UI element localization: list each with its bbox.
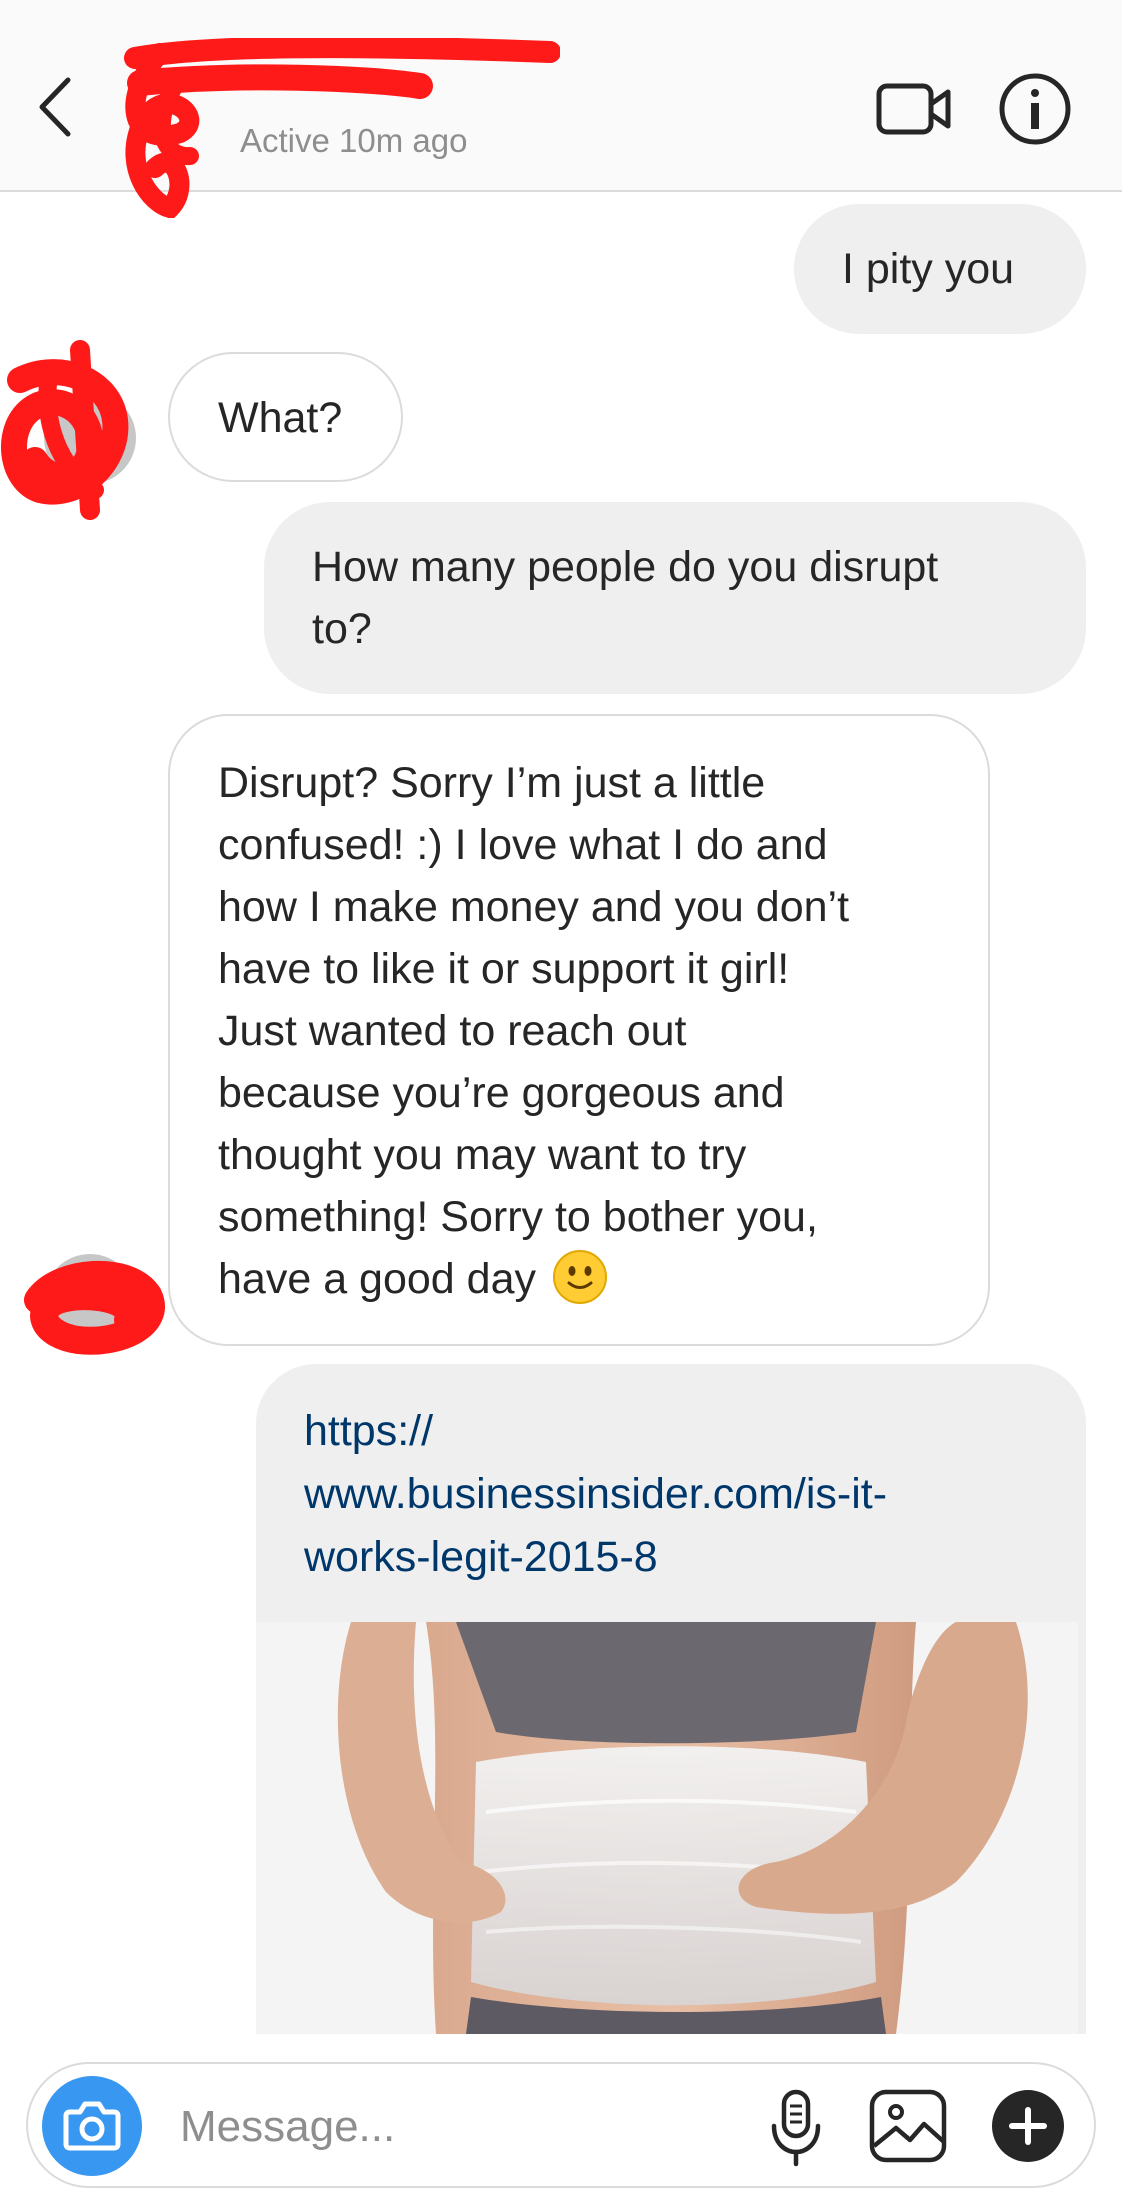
message-bubble-sent[interactable]: I pity you	[794, 204, 1086, 334]
message-text: What?	[218, 394, 343, 442]
avatar[interactable]	[44, 392, 136, 484]
camera-icon	[63, 2101, 121, 2151]
gallery-icon	[869, 2089, 947, 2163]
info-icon	[999, 73, 1071, 145]
microphone-icon	[771, 2089, 821, 2167]
slightly-smiling-face-icon	[552, 1250, 607, 1304]
info-button[interactable]	[998, 72, 1072, 146]
plus-icon	[992, 2090, 1064, 2162]
message-text: How many people do you disrupt to?	[312, 543, 939, 653]
voice-message-button[interactable]	[764, 2088, 828, 2168]
message-bubble-sent[interactable]: How many people do you disrupt to?	[264, 502, 1086, 694]
back-button[interactable]	[30, 72, 80, 142]
video-camera-icon	[876, 83, 951, 135]
chat-header: Active 10m ago	[0, 0, 1122, 218]
avatar[interactable]	[44, 1254, 136, 1346]
message-bubble-received[interactable]: What?	[168, 352, 403, 482]
link-preview-image	[256, 1622, 1078, 2034]
chevron-left-icon	[39, 77, 71, 137]
active-status: Active 10m ago	[240, 122, 468, 159]
message-bubble-received[interactable]: Disrupt? Sorry I’m just a little confuse…	[168, 714, 990, 1346]
gallery-button[interactable]	[868, 2088, 948, 2164]
message-composer	[26, 2062, 1096, 2188]
message-text: Disrupt? Sorry I’m just a little confuse…	[218, 759, 850, 1303]
more-options-button[interactable]	[990, 2088, 1066, 2164]
message-text: I pity you	[842, 245, 1015, 293]
link-url[interactable]: https:// www.businessinsider.com/is-it- …	[304, 1400, 1044, 1589]
camera-button[interactable]	[42, 2076, 142, 2176]
video-call-button[interactable]	[876, 78, 952, 140]
message-input[interactable]	[178, 2088, 742, 2166]
link-preview-message[interactable]: https:// www.businessinsider.com/is-it- …	[256, 1364, 1086, 2034]
